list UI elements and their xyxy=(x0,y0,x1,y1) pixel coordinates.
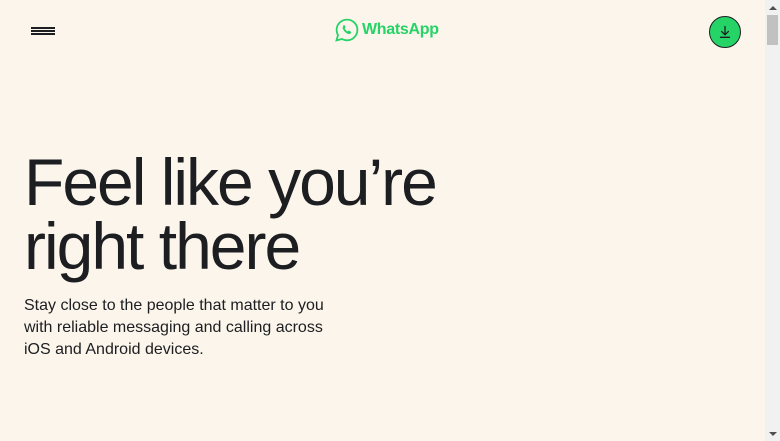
hero-title-line-2: right there xyxy=(24,209,301,283)
menu-line xyxy=(31,27,55,29)
hero-subtitle: Stay close to the people that matter to … xyxy=(24,297,324,358)
browser-viewport: WhatsApp Feel like you’re right there St… xyxy=(0,0,780,441)
scroll-up-arrow-icon xyxy=(768,5,777,10)
download-arrow-icon xyxy=(719,25,731,38)
vertical-scrollbar[interactable] xyxy=(765,0,780,441)
menu-line xyxy=(31,30,55,32)
hamburger-menu-button[interactable] xyxy=(28,22,58,38)
hero-title-line-1: Feel like you’re xyxy=(24,145,438,219)
hero-title: Feel like you’re right there xyxy=(24,149,504,279)
scroll-down-arrow-icon xyxy=(768,431,777,436)
scroll-up-button[interactable] xyxy=(765,0,780,15)
logo-text: WhatsApp xyxy=(362,21,439,38)
page: WhatsApp Feel like you’re right there St… xyxy=(0,0,765,441)
scroll-down-button[interactable] xyxy=(765,426,780,441)
download-button[interactable] xyxy=(709,16,741,48)
scrollbar-thumb[interactable] xyxy=(767,15,778,45)
whatsapp-logo-icon xyxy=(335,18,359,42)
menu-line xyxy=(31,33,55,35)
whatsapp-logo-link[interactable]: WhatsApp xyxy=(335,17,439,43)
